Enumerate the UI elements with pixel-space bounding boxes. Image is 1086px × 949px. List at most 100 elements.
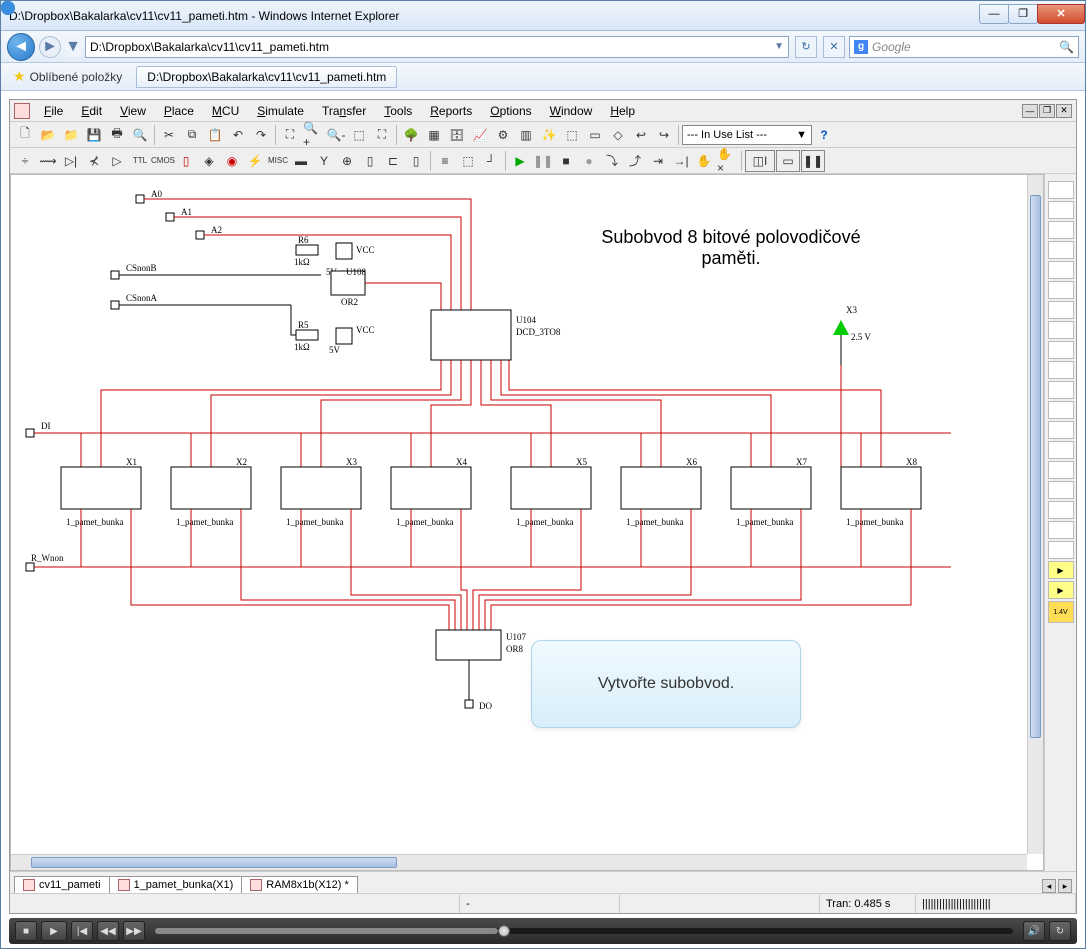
component-wizard-button[interactable]: ✨ bbox=[538, 124, 560, 146]
tab-scroll-left[interactable]: ◂ bbox=[1042, 879, 1056, 893]
cut-button[interactable]: ✂ bbox=[158, 124, 180, 146]
tab-scroll-right[interactable]: ▸ bbox=[1058, 879, 1072, 893]
place-misc-button[interactable]: MISC bbox=[267, 150, 289, 172]
instrument-tek-scope[interactable] bbox=[1048, 521, 1074, 539]
nav-history-dropdown[interactable]: ▼ bbox=[65, 37, 81, 57]
instrument-bode[interactable] bbox=[1048, 281, 1074, 299]
zoom-in-button[interactable]: 🔍+ bbox=[302, 124, 324, 146]
instrument-scope[interactable] bbox=[1048, 241, 1074, 259]
place-basic-button[interactable]: ⟿ bbox=[37, 150, 59, 172]
browser-tab[interactable]: D:\Dropbox\Bakalarka\cv11\cv11_pameti.ht… bbox=[136, 66, 397, 88]
player-stop[interactable]: ■ bbox=[15, 921, 37, 941]
place-transistor-button[interactable]: ⊀ bbox=[83, 150, 105, 172]
menu-mcu[interactable]: MCU bbox=[204, 102, 247, 120]
breadboard-button[interactable]: ▥ bbox=[515, 124, 537, 146]
close-button[interactable]: ✕ bbox=[1037, 4, 1085, 24]
menu-simulate[interactable]: Simulate bbox=[249, 102, 312, 120]
instrument-agilent-mm[interactable] bbox=[1048, 481, 1074, 499]
place-source-button[interactable]: ÷ bbox=[14, 150, 36, 172]
full-screen-button[interactable]: ⛶ bbox=[279, 124, 301, 146]
instrument-spectrum[interactable] bbox=[1048, 421, 1074, 439]
place-electromech-button[interactable]: ⊕ bbox=[336, 150, 358, 172]
instrument-freq-counter[interactable] bbox=[1048, 301, 1074, 319]
mdi-close[interactable]: ✕ bbox=[1056, 104, 1072, 118]
schematic-canvas[interactable]: Subobvod 8 bitové polovodičové paměti. A… bbox=[11, 175, 1027, 854]
instrument-wattmeter[interactable] bbox=[1048, 221, 1074, 239]
forward-button[interactable]: ► bbox=[39, 36, 61, 58]
minimize-button[interactable]: ― bbox=[979, 4, 1009, 24]
place-mixed-button[interactable]: ◈ bbox=[198, 150, 220, 172]
grapher-button[interactable]: 📈 bbox=[469, 124, 491, 146]
place-rf-button[interactable]: Y bbox=[313, 150, 335, 172]
postprocess-button[interactable]: ⚙ bbox=[492, 124, 514, 146]
place-advanced-button[interactable]: ▬ bbox=[290, 150, 312, 172]
redo-button[interactable]: ↷ bbox=[250, 124, 272, 146]
open-button[interactable]: 📂 bbox=[37, 124, 59, 146]
menu-tools[interactable]: Tools bbox=[376, 102, 420, 120]
paste-button[interactable]: 📋 bbox=[204, 124, 226, 146]
print-preview-button[interactable]: 🔍 bbox=[129, 124, 151, 146]
instrument-multimeter[interactable] bbox=[1048, 181, 1074, 199]
back-annotate-button[interactable]: ↩ bbox=[630, 124, 652, 146]
instrument-logic-converter[interactable] bbox=[1048, 361, 1074, 379]
instrument-current-clamp[interactable]: 1.4V bbox=[1048, 601, 1074, 623]
place-bus-button[interactable]: ≡ bbox=[434, 150, 456, 172]
copy-button[interactable]: ⧉ bbox=[181, 124, 203, 146]
menu-window[interactable]: Window bbox=[542, 102, 601, 120]
place-indicator-button[interactable]: ◉ bbox=[221, 150, 243, 172]
place-hierarchical-button[interactable]: ⬚ bbox=[457, 150, 479, 172]
zoom-area-button[interactable]: ⬚ bbox=[348, 124, 370, 146]
instrument-distortion[interactable] bbox=[1048, 401, 1074, 419]
refresh-button[interactable]: ↻ bbox=[795, 36, 817, 58]
print-button[interactable]: 🖶 bbox=[106, 124, 128, 146]
remove-breakpoints-button[interactable]: ✋× bbox=[716, 150, 738, 172]
instrument-iv[interactable] bbox=[1048, 381, 1074, 399]
instrument-word-gen[interactable] bbox=[1048, 321, 1074, 339]
step-button[interactable]: ● bbox=[578, 150, 600, 172]
place-diode-button[interactable]: ▷| bbox=[60, 150, 82, 172]
doc-tab-2[interactable]: 1_pamet_bunka(X1) bbox=[109, 876, 243, 893]
menu-options[interactable]: Options bbox=[482, 102, 539, 120]
step-out-button[interactable]: ⇥ bbox=[647, 150, 669, 172]
mdi-restore[interactable]: ❐ bbox=[1039, 104, 1055, 118]
player-mute[interactable]: 🔊 bbox=[1023, 921, 1045, 941]
place-mcu-button[interactable]: ▯ bbox=[405, 150, 427, 172]
horizontal-scrollbar[interactable] bbox=[11, 854, 1027, 870]
menu-transfer[interactable]: Transfer bbox=[314, 102, 374, 120]
instrument-agilent-scope[interactable] bbox=[1048, 501, 1074, 519]
place-junction-button[interactable]: ┘ bbox=[480, 150, 502, 172]
favorites-button[interactable]: ★ Oblíbené položky bbox=[7, 66, 128, 87]
zoom-fit-button[interactable]: ⛶ bbox=[371, 124, 393, 146]
place-misc-digital-button[interactable]: ▯ bbox=[175, 150, 197, 172]
instrument-network[interactable] bbox=[1048, 441, 1074, 459]
address-dropdown-icon[interactable]: ▼ bbox=[774, 41, 784, 52]
doc-tab-1[interactable]: cv11_pameti bbox=[14, 876, 110, 893]
menu-edit[interactable]: Edit bbox=[73, 102, 110, 120]
place-power-button[interactable]: ⚡ bbox=[244, 150, 266, 172]
menu-help[interactable]: Help bbox=[602, 102, 643, 120]
forward-annotate-button[interactable]: ↪ bbox=[653, 124, 675, 146]
help-button[interactable]: ? bbox=[813, 124, 835, 146]
search-go-icon[interactable]: 🔍 bbox=[1059, 40, 1074, 54]
capture-button[interactable]: ▭ bbox=[584, 124, 606, 146]
address-bar[interactable]: D:\Dropbox\Bakalarka\cv11\cv11_pameti.ht… bbox=[85, 36, 789, 58]
instrument-labview1[interactable]: ▶ bbox=[1048, 561, 1074, 579]
vertical-scrollbar[interactable] bbox=[1027, 175, 1043, 854]
menu-file[interactable]: File bbox=[36, 102, 71, 120]
place-connector-button[interactable]: ⊏ bbox=[382, 150, 404, 172]
search-box[interactable]: g Google 🔍 bbox=[849, 36, 1079, 58]
instrument-probe[interactable] bbox=[1048, 541, 1074, 559]
place-cmos-button[interactable]: CMOS bbox=[152, 150, 174, 172]
player-loop[interactable]: ↻ bbox=[1049, 921, 1071, 941]
toggle-breakpoint-button[interactable]: ✋ bbox=[693, 150, 715, 172]
stop-button[interactable]: ✕ bbox=[823, 36, 845, 58]
instrument-labview2[interactable]: ▶ bbox=[1048, 581, 1074, 599]
database-button[interactable]: 🗄 bbox=[446, 124, 468, 146]
instrument-logic-analyzer[interactable] bbox=[1048, 341, 1074, 359]
menu-view[interactable]: View bbox=[112, 102, 154, 120]
erc-button[interactable]: ⬚ bbox=[561, 124, 583, 146]
place-ttl-button[interactable]: TTL bbox=[129, 150, 151, 172]
step-over-button[interactable]: ⤴ bbox=[624, 150, 646, 172]
instrument-4ch-scope[interactable] bbox=[1048, 261, 1074, 279]
player-rewind[interactable]: ◀◀ bbox=[97, 921, 119, 941]
